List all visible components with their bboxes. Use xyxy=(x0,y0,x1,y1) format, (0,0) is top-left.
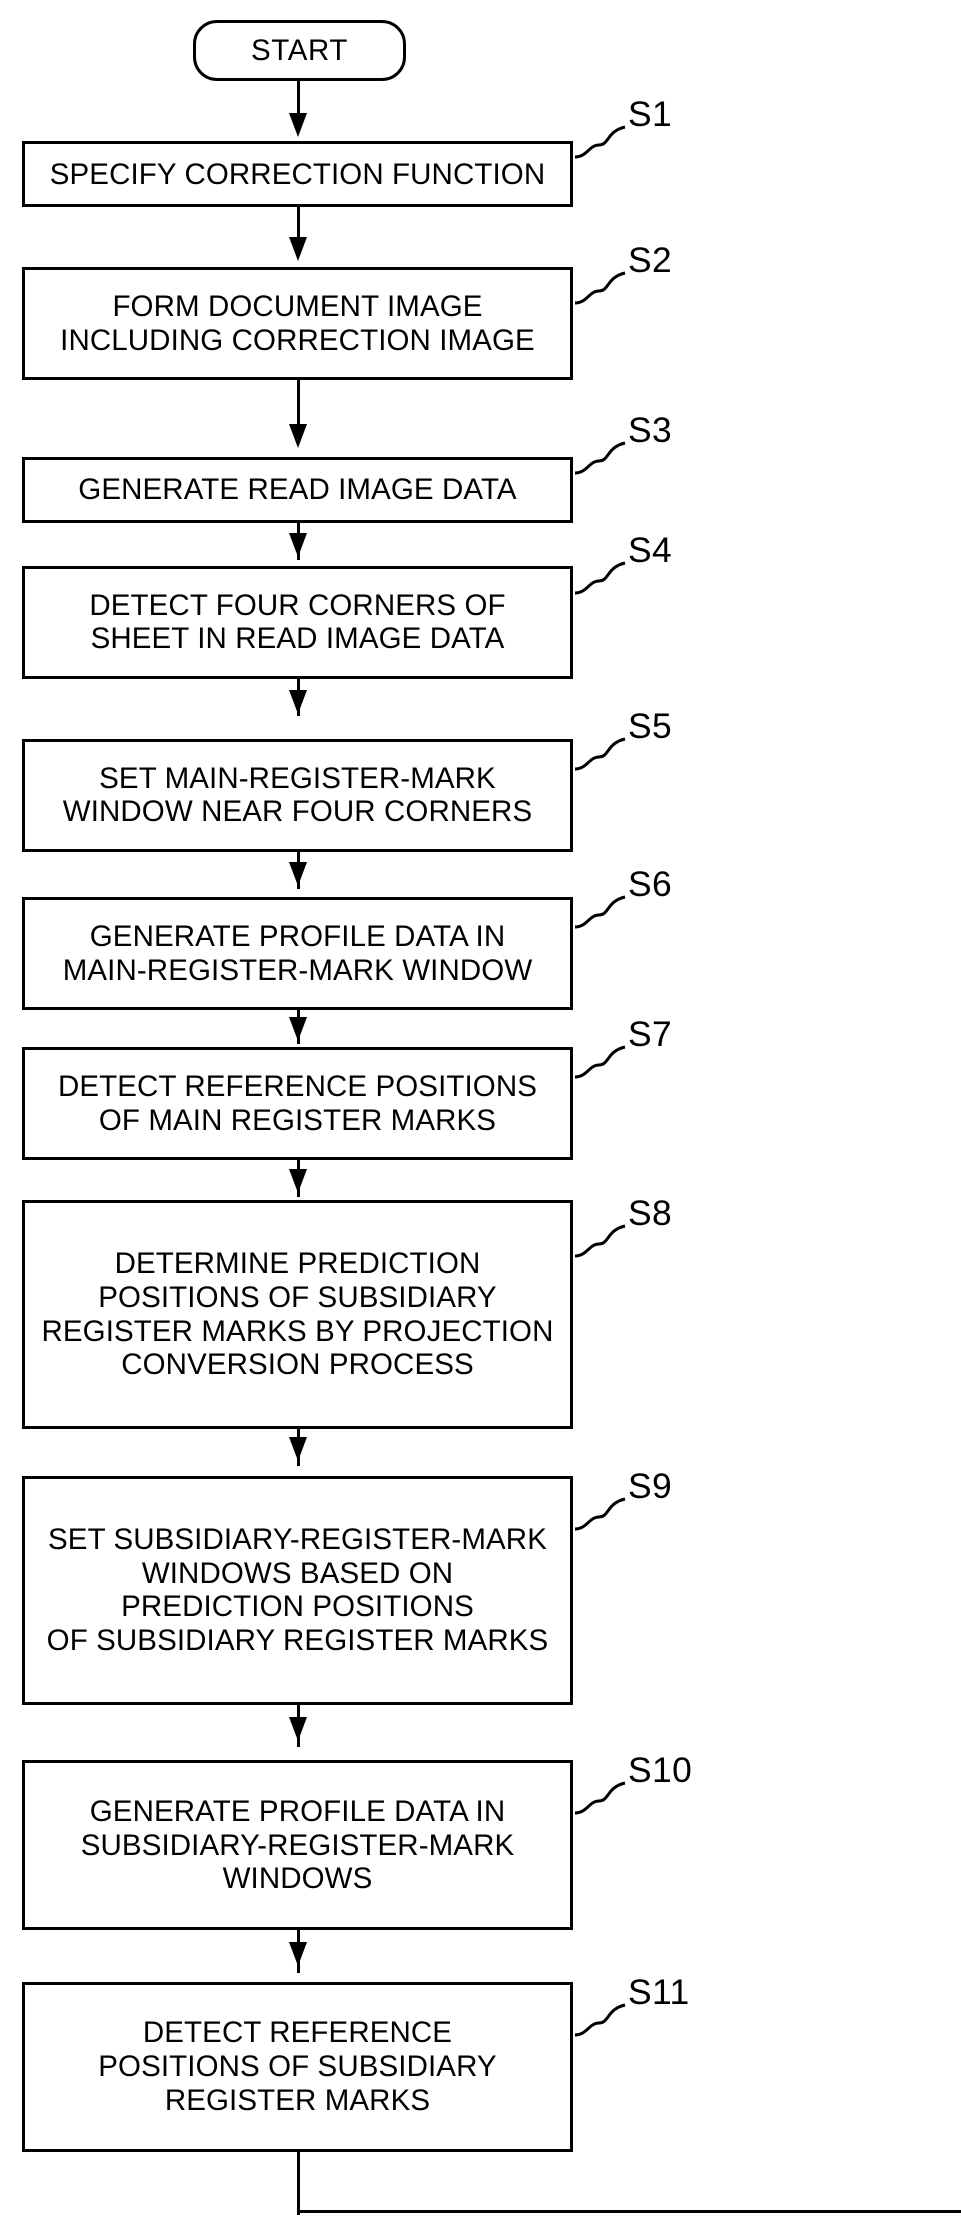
process-box-s4-label: DETECT FOUR CORNERS OF SHEET IN READ IMA… xyxy=(89,588,506,656)
step-ref-s10: S10 xyxy=(628,1750,693,1791)
process-box-s8-label: DETERMINE PREDICTION POSITIONS OF SUBSID… xyxy=(41,1247,554,1382)
arrowhead-s9-to-s10 xyxy=(289,1717,307,1742)
process-box-s3: GENERATE READ IMAGE DATA xyxy=(22,457,573,523)
leader-line-s10-icon xyxy=(574,1781,626,1815)
process-box-s9-label: SET SUBSIDIARY-REGISTER-MARK WINDOWS BAS… xyxy=(46,1523,549,1657)
step-ref-s6: S6 xyxy=(628,864,673,905)
leader-line-s6-icon xyxy=(574,895,626,929)
process-box-s1: SPECIFY CORRECTION FUNCTION xyxy=(22,141,573,208)
arrowhead-s10-to-s11 xyxy=(289,1941,307,1966)
process-box-s2: FORM DOCUMENT IMAGE INCLUDING CORRECTION… xyxy=(22,267,573,381)
leader-line-s8-icon xyxy=(574,1224,626,1258)
process-box-s11: DETECT REFERENCE POSITIONS OF SUBSIDIARY… xyxy=(22,1981,573,2152)
leader-line-s2-icon xyxy=(574,271,626,305)
process-box-s4: DETECT FOUR CORNERS OF SHEET IN READ IMA… xyxy=(22,565,573,679)
process-box-s10: GENERATE PROFILE DATA IN SUBSIDIARY-REGI… xyxy=(22,1760,573,1931)
leader-line-s3-icon xyxy=(574,441,626,475)
arrowhead-s7-to-s8 xyxy=(289,1168,307,1193)
arrowhead-start-to-s1 xyxy=(289,112,307,137)
process-box-s11-label: DETECT REFERENCE POSITIONS OF SUBSIDIARY… xyxy=(98,2016,497,2117)
arrowhead-s4-to-s5 xyxy=(289,690,307,715)
step-ref-s11: S11 xyxy=(628,1971,690,2012)
step-ref-s2: S2 xyxy=(628,240,673,281)
arrowhead-s2-to-s3 xyxy=(289,424,307,449)
step-ref-s7: S7 xyxy=(628,1014,673,1055)
process-box-s3-label: GENERATE READ IMAGE DATA xyxy=(78,473,517,507)
step-ref-s3: S3 xyxy=(628,410,673,451)
connector-s2-to-s3 xyxy=(297,380,300,426)
flowchart-canvas: START SPECIFY CORRECTION FUNCTION S1 FOR… xyxy=(0,0,961,2229)
process-box-s6: GENERATE PROFILE DATA IN MAIN-REGISTER-M… xyxy=(22,897,573,1011)
start-terminator-label: START xyxy=(251,33,348,67)
process-box-s9: SET SUBSIDIARY-REGISTER-MARK WINDOWS BAS… xyxy=(22,1475,573,1705)
start-terminator: START xyxy=(193,20,406,82)
process-box-s10-label: GENERATE PROFILE DATA IN SUBSIDIARY-REGI… xyxy=(80,1794,515,1896)
leader-line-s5-icon xyxy=(574,737,626,771)
step-ref-s8: S8 xyxy=(628,1193,673,1234)
step-ref-s4: S4 xyxy=(628,530,673,571)
process-box-s1-label: SPECIFY CORRECTION FUNCTION xyxy=(49,157,546,191)
leader-line-s1-icon xyxy=(574,125,626,159)
process-box-s5: SET MAIN-REGISTER-MARK WINDOW NEAR FOUR … xyxy=(22,738,573,852)
arrowhead-s8-to-s9 xyxy=(289,1437,307,1462)
leader-line-s11-icon xyxy=(574,2003,626,2037)
arrowhead-s3-to-s4 xyxy=(289,532,307,557)
arrowhead-s1-to-s2 xyxy=(289,237,307,262)
step-ref-s1: S1 xyxy=(628,94,673,135)
arrowhead-s6-to-s7 xyxy=(289,1017,307,1042)
leader-line-s9-icon xyxy=(574,1497,626,1531)
process-box-s6-label: GENERATE PROFILE DATA IN MAIN-REGISTER-M… xyxy=(62,920,533,987)
process-box-s8: DETERMINE PREDICTION POSITIONS OF SUBSID… xyxy=(22,1200,573,1429)
connector-s11-exit-vertical xyxy=(297,2151,300,2215)
process-box-s7-label: DETECT REFERENCE POSITIONS OF MAIN REGIS… xyxy=(57,1070,538,1137)
step-ref-s5: S5 xyxy=(628,705,673,746)
process-box-s2-label: FORM DOCUMENT IMAGE INCLUDING CORRECTION… xyxy=(60,290,535,357)
leader-line-s4-icon xyxy=(574,561,626,595)
connector-s11-exit-horizontal xyxy=(297,2210,961,2214)
arrowhead-s5-to-s6 xyxy=(289,861,307,886)
process-box-s5-label: SET MAIN-REGISTER-MARK WINDOW NEAR FOUR … xyxy=(62,761,533,829)
process-box-s7: DETECT REFERENCE POSITIONS OF MAIN REGIS… xyxy=(22,1047,573,1161)
step-ref-s9: S9 xyxy=(628,1465,673,1506)
leader-line-s7-icon xyxy=(574,1045,626,1079)
